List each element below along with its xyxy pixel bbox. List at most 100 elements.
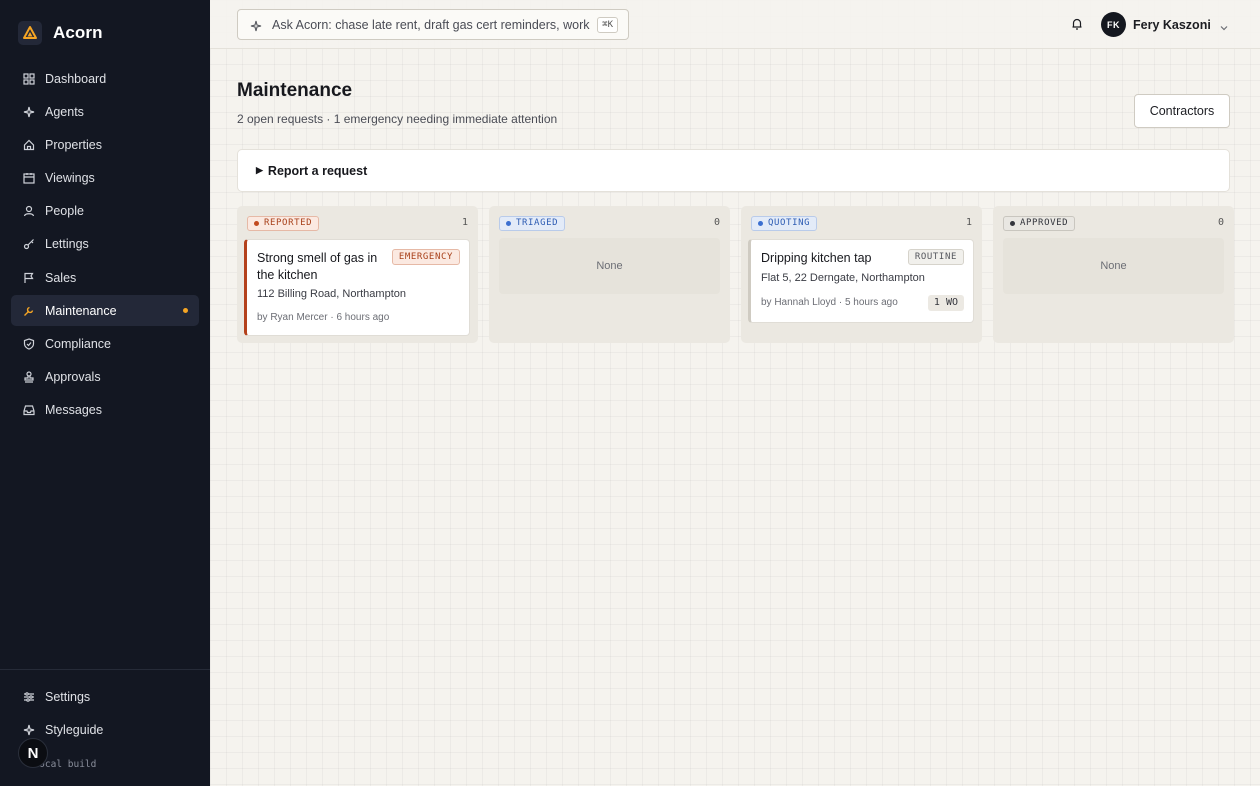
report-request-label: Report a request <box>267 163 368 178</box>
sparkle-icon <box>22 723 35 736</box>
column-header: REPORTED 1 <box>247 216 468 232</box>
request-card[interactable]: Strong smell of gas in the kitchen EMERG… <box>244 239 470 336</box>
flag-icon <box>22 271 35 284</box>
request-card[interactable]: Dripping kitchen tap ROUTINE Flat 5, 22 … <box>748 239 974 323</box>
sidebar-item-label: Messages <box>45 403 102 418</box>
card-meta: by Ryan Mercer · 6 hours ago <box>257 312 390 323</box>
sidebar-item-lettings[interactable]: Lettings <box>11 229 199 260</box>
sidebar: Acorn Dashboard Agents Properties Viewin… <box>0 0 210 786</box>
sidebar-item-agents[interactable]: Agents <box>11 96 199 127</box>
column-count: 0 <box>1217 217 1224 228</box>
sidebar-item-compliance[interactable]: Compliance <box>11 329 199 360</box>
sidebar-item-dashboard[interactable]: Dashboard <box>11 63 199 94</box>
sidebar-item-label: Compliance <box>45 337 112 351</box>
report-request-toggle[interactable]: ▶ Report a request <box>237 149 1230 192</box>
contractors-button[interactable]: Contractors <box>1134 94 1230 128</box>
column-header: TRIAGED 0 <box>499 216 720 232</box>
calendar-icon <box>22 172 35 185</box>
search-shortcut-hint: ⌘K <box>597 17 618 33</box>
sidebar-item-sales[interactable]: Sales <box>11 262 199 293</box>
framework-badge[interactable]: N <box>18 738 48 768</box>
sidebar-item-viewings[interactable]: Viewings <box>11 163 199 194</box>
board-column-quoting: QUOTING 1 Dripping kitchen tap ROUTINE F… <box>741 206 982 343</box>
status-dot <box>506 221 511 226</box>
notification-dot <box>183 308 188 314</box>
sidebar-nav: Dashboard Agents Properties Viewings Peo… <box>11 63 199 428</box>
column-count: 1 <box>461 217 468 228</box>
page-subtitle: 2 open requests · 1 emergency needing im… <box>237 112 558 126</box>
sidebar-item-settings[interactable]: Settings <box>11 681 199 712</box>
dashboard-icon <box>22 72 35 85</box>
card-address: 112 Billing Road, Northampton <box>257 288 406 300</box>
inbox-icon <box>22 404 35 417</box>
empty-column-placeholder: None <box>499 238 720 294</box>
sidebar-item-label: Approvals <box>45 370 101 385</box>
board-column-reported: REPORTED 1 Strong smell of gas in the ki… <box>237 206 478 343</box>
status-dot <box>1010 221 1015 226</box>
sparkle-icon <box>22 105 35 118</box>
priority-badge: ROUTINE <box>907 249 964 265</box>
sidebar-item-label: Agents <box>45 104 84 119</box>
status-label: REPORTED <box>264 218 313 228</box>
sidebar-item-label: Lettings <box>45 237 89 252</box>
sidebar-item-label: Sales <box>45 270 77 285</box>
sliders-icon <box>22 690 35 703</box>
user-menu[interactable]: FK Fery Kaszoni <box>1101 12 1229 37</box>
acorn-logo-icon <box>18 21 42 45</box>
stamp-icon <box>22 371 35 384</box>
user-name: Fery Kaszoni <box>1133 17 1211 32</box>
ask-acorn-search[interactable]: Ask Acorn: chase late rent, draft gas ce… <box>237 9 629 40</box>
card-meta: by Hannah Lloyd · 5 hours ago <box>761 297 898 308</box>
work-order-badge: 1 WO <box>927 295 964 311</box>
app-name: Acorn <box>53 23 103 42</box>
status-badge: APPROVED <box>1003 216 1076 231</box>
empty-column-placeholder: None <box>1003 238 1224 294</box>
column-count: 1 <box>965 217 972 228</box>
sidebar-item-label: Properties <box>45 137 102 152</box>
sparkle-icon <box>250 19 262 31</box>
sidebar-divider <box>0 669 210 670</box>
sidebar-item-maintenance[interactable]: Maintenance <box>11 295 199 327</box>
avatar: FK <box>1101 12 1126 37</box>
topbar: Ask Acorn: chase late rent, draft gas ce… <box>210 0 1260 49</box>
priority-badge: EMERGENCY <box>391 249 460 265</box>
key-icon <box>22 238 35 251</box>
sidebar-item-messages[interactable]: Messages <box>11 395 199 426</box>
brand[interactable]: Acorn <box>18 21 103 45</box>
sidebar-item-label: Viewings <box>45 171 95 186</box>
status-label: QUOTING <box>768 218 811 228</box>
card-address: Flat 5, 22 Derngate, Northampton <box>761 272 925 284</box>
sidebar-item-label: Settings <box>45 689 91 704</box>
sidebar-item-approvals[interactable]: Approvals <box>11 362 199 393</box>
sidebar-item-label: Dashboard <box>45 71 107 86</box>
card-title: Strong smell of gas in the kitchen <box>257 251 378 282</box>
status-badge: QUOTING <box>751 216 818 231</box>
sidebar-item-label: Styleguide <box>45 722 104 737</box>
board-column-triaged: TRIAGED 0 None <box>489 206 730 343</box>
column-header: QUOTING 1 <box>751 216 972 232</box>
sidebar-item-properties[interactable]: Properties <box>11 129 199 160</box>
sidebar-item-label: Maintenance <box>45 303 117 318</box>
search-input[interactable]: Ask Acorn: chase late rent, draft gas ce… <box>272 18 592 32</box>
status-dot <box>758 221 763 226</box>
main-content: Ask Acorn: chase late rent, draft gas ce… <box>210 0 1260 786</box>
status-label: APPROVED <box>1020 218 1069 228</box>
column-header: APPROVED 0 <box>1003 216 1224 232</box>
status-badge: REPORTED <box>247 216 320 231</box>
home-icon <box>22 138 35 151</box>
chevron-down-icon <box>1219 20 1229 30</box>
sidebar-item-label: People <box>45 204 84 219</box>
status-dot <box>254 221 259 226</box>
bell-icon[interactable] <box>1070 17 1084 31</box>
board-column-approved: APPROVED 0 None <box>993 206 1234 343</box>
sidebar-item-people[interactable]: People <box>11 196 199 227</box>
status-label: TRIAGED <box>516 218 559 228</box>
wrench-icon <box>22 304 35 317</box>
page-title: Maintenance <box>237 80 353 101</box>
card-title: Dripping kitchen tap <box>761 251 872 265</box>
status-badge: TRIAGED <box>499 216 566 231</box>
shield-icon <box>22 338 35 351</box>
column-count: 0 <box>713 217 720 228</box>
triangle-right-icon: ▶ <box>256 165 263 175</box>
sidebar-bottom-nav: Settings Styleguide <box>11 681 199 747</box>
